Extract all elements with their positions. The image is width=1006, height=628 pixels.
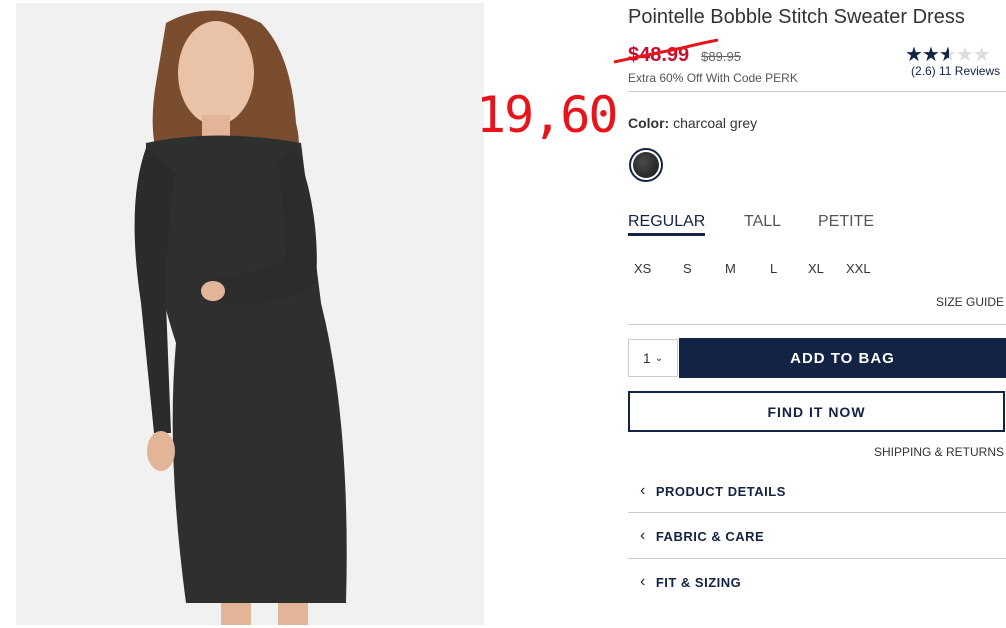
star-icon: ★ [921,44,940,66]
divider [628,512,1006,513]
size-s[interactable]: S [683,261,692,276]
tab-regular[interactable]: REGULAR [628,213,706,236]
color-swatch-charcoal[interactable] [629,148,663,182]
divider [628,558,1006,559]
price-strikethrough-scribble [613,38,719,64]
size-guide-link[interactable]: SIZE GUIDE [936,295,1004,309]
color-label: Color: charcoal grey [628,115,757,131]
accordion-product-details[interactable]: ‹ PRODUCT DETAILS [640,482,786,500]
reviews-link[interactable]: (2.6) 11 Reviews [911,64,1000,78]
accordion-label: PRODUCT DETAILS [655,483,786,499]
size-m[interactable]: M [725,261,736,276]
chevron-left-icon: ‹ [640,527,646,544]
chevron-left-icon: ‹ [640,573,646,590]
accordion-fabric-care[interactable]: ‹ FABRIC & CARE [640,527,764,545]
star-empty-icon: ★ [972,44,991,66]
product-title: Pointelle Bobble Stitch Sweater Dress [628,6,965,28]
size-xs[interactable]: XS [634,261,651,276]
chevron-left-icon: ‹ [640,482,646,499]
accordion-label: FABRIC & CARE [655,528,765,544]
product-image[interactable] [16,3,484,625]
color-label-key: Color: [628,115,670,131]
handwritten-price-annotation: 19,60 [476,86,619,144]
quantity-select[interactable]: 1 ⌄ [628,339,678,377]
size-xxl[interactable]: XXL [846,261,871,276]
add-to-bag-button[interactable]: ADD TO BAG [679,338,1006,378]
tab-petite[interactable]: PETITE [818,213,874,231]
accordion-label: FIT & SIZING [655,574,742,590]
chevron-down-icon: ⌄ [654,352,664,364]
shipping-returns-link[interactable]: SHIPPING & RETURNS [874,445,1004,459]
find-it-now-button[interactable]: FIND IT NOW [628,391,1005,432]
promo-text: Extra 60% Off With Code PERK [628,71,798,85]
model-photo-illustration [16,3,484,625]
swatch-fill [633,152,659,178]
divider [628,91,1006,92]
size-xl[interactable]: XL [808,261,824,276]
tab-tall[interactable]: TALL [744,213,781,231]
divider [628,324,1006,325]
size-l[interactable]: L [770,261,777,276]
color-value: charcoal grey [673,115,758,131]
accordion-fit-sizing[interactable]: ‹ FIT & SIZING [640,573,741,591]
star-icon: ★ [905,44,923,66]
star-half-icon: ★ [938,44,957,66]
star-empty-icon: ★ [955,44,974,66]
quantity-value: 1 [642,350,651,366]
